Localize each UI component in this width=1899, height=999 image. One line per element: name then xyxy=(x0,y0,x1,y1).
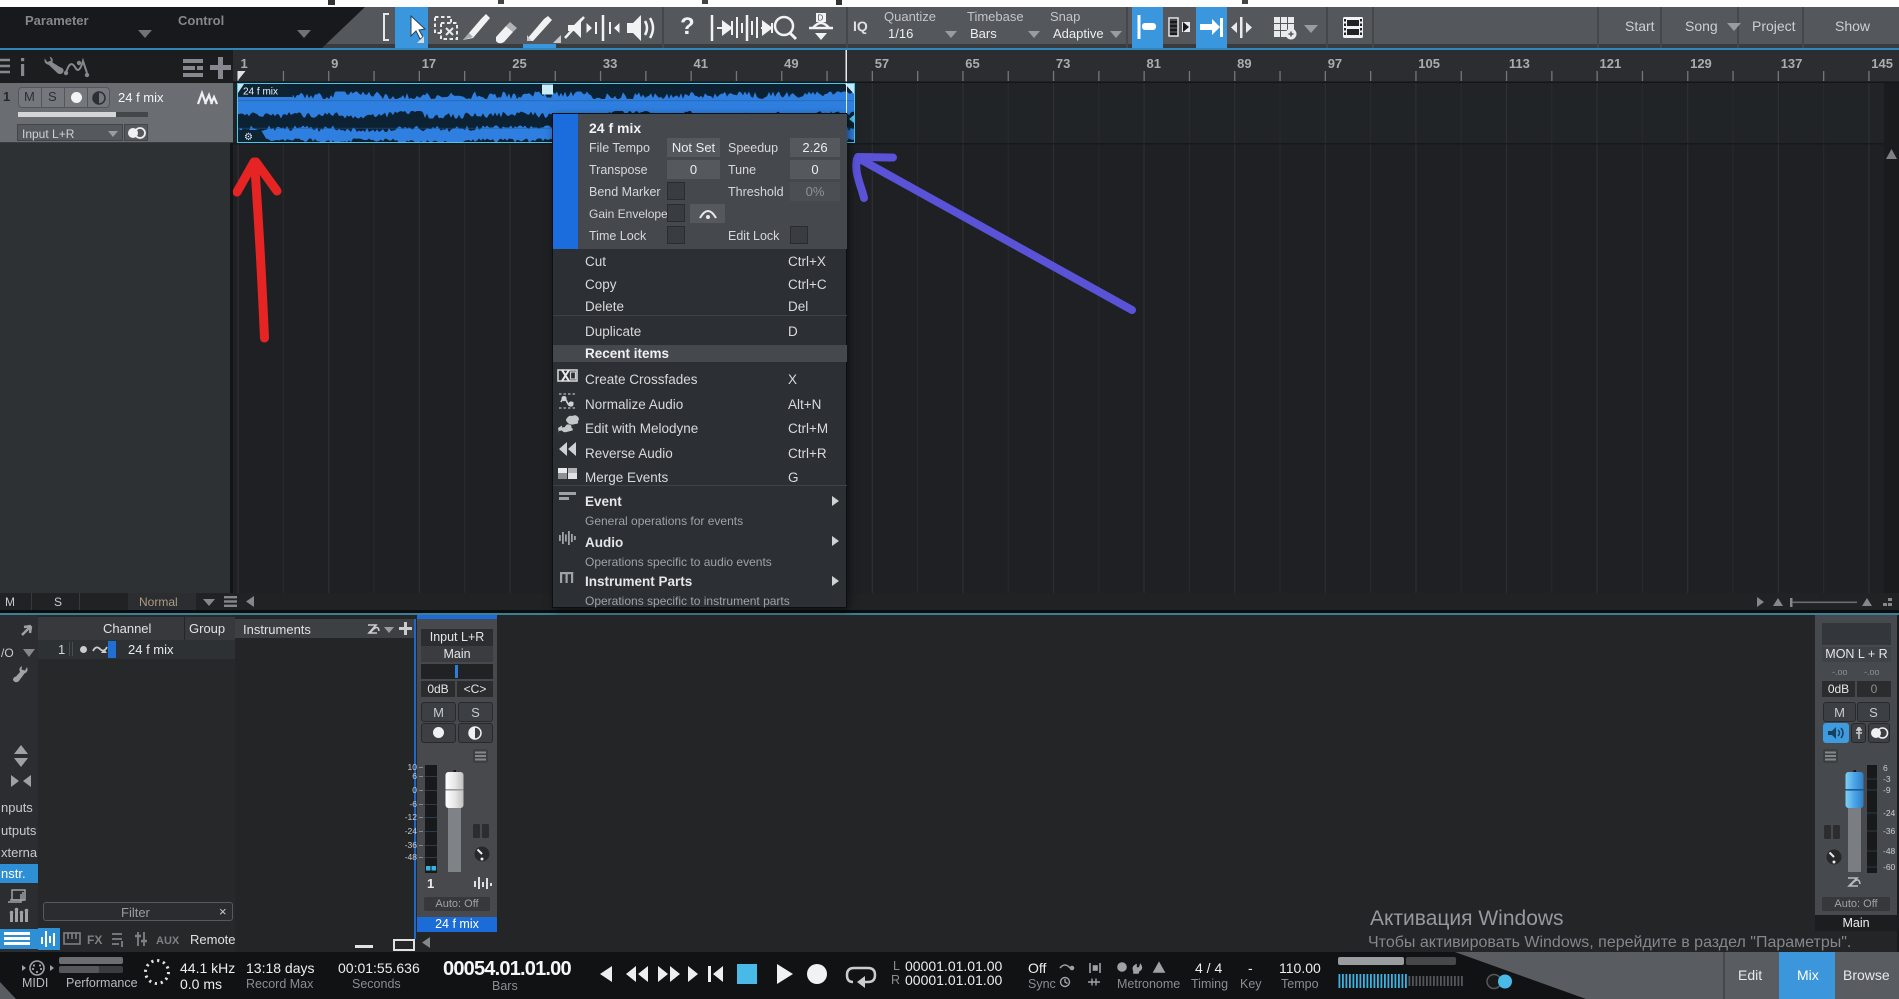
svg-text:65: 65 xyxy=(965,56,979,71)
svg-text:-9: -9 xyxy=(1883,785,1891,795)
svg-text:Remote: Remote xyxy=(190,932,235,947)
svg-text:113: 113 xyxy=(1509,56,1530,71)
svg-text:-24: -24 xyxy=(1883,808,1896,818)
svg-text:-60: -60 xyxy=(1883,862,1896,872)
svg-text:25: 25 xyxy=(512,56,526,71)
svg-text:AUX: AUX xyxy=(156,935,180,947)
svg-text:97: 97 xyxy=(1328,56,1342,71)
svg-text:D: D xyxy=(818,14,824,23)
svg-text:17: 17 xyxy=(422,56,436,71)
svg-text:-36: -36 xyxy=(405,840,418,850)
svg-text:73: 73 xyxy=(1056,56,1070,71)
svg-text:-48: -48 xyxy=(1883,846,1896,856)
svg-text:145: 145 xyxy=(1871,56,1893,71)
svg-text:49: 49 xyxy=(784,56,798,71)
svg-text:33: 33 xyxy=(603,56,617,71)
svg-text:6: 6 xyxy=(412,771,417,781)
svg-text:-36: -36 xyxy=(1883,826,1896,836)
svg-text:-48: -48 xyxy=(405,852,418,862)
svg-text:-24: -24 xyxy=(405,826,418,836)
svg-text:0: 0 xyxy=(412,785,417,795)
svg-text:utputs: utputs xyxy=(1,823,37,838)
svg-text:nputs: nputs xyxy=(1,800,33,815)
svg-text:-3: -3 xyxy=(1883,774,1891,784)
svg-text:89: 89 xyxy=(1237,56,1251,71)
svg-text:-6: -6 xyxy=(409,799,417,809)
svg-text:6: 6 xyxy=(1883,763,1888,773)
svg-text:xternal: xternal xyxy=(1,845,38,860)
svg-text:41: 41 xyxy=(694,56,708,71)
svg-text:105: 105 xyxy=(1418,56,1440,71)
svg-text:57: 57 xyxy=(875,56,889,71)
svg-text:1: 1 xyxy=(241,56,248,71)
svg-text:/O: /O xyxy=(1,646,14,660)
svg-text:9: 9 xyxy=(331,56,338,71)
svg-text:81: 81 xyxy=(1147,56,1161,71)
svg-text:-12: -12 xyxy=(405,812,418,822)
svg-text:121: 121 xyxy=(1600,56,1622,71)
svg-text:129: 129 xyxy=(1690,56,1712,71)
svg-text:137: 137 xyxy=(1781,56,1803,71)
svg-text:FX: FX xyxy=(87,933,102,947)
svg-text:nstr.: nstr. xyxy=(1,866,26,881)
